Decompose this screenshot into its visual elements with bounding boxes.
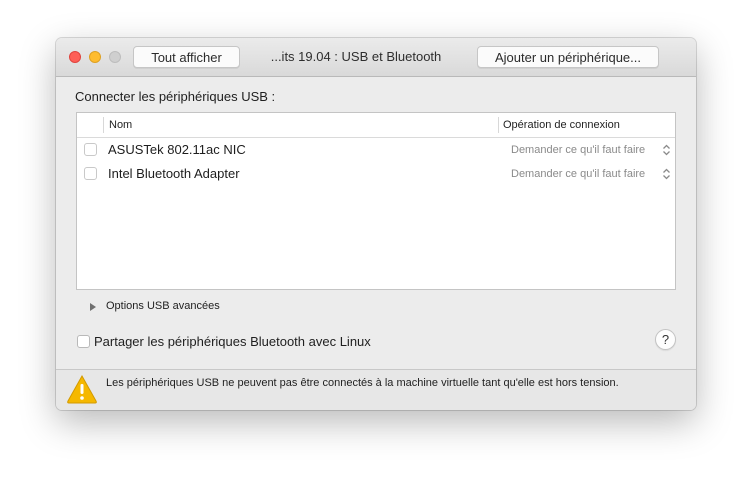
- column-header-operation[interactable]: Opération de connexion: [503, 119, 620, 131]
- device-checkbox[interactable]: [84, 167, 97, 180]
- footer-warning-bar: Les périphériques USB ne peuvent pas êtr…: [56, 370, 696, 410]
- footer-warning-text: Les périphériques USB ne peuvent pas êtr…: [106, 377, 619, 389]
- connection-operation-select[interactable]: Demander ce qu'il faut faire: [511, 144, 645, 156]
- column-divider: [103, 117, 104, 133]
- preferences-window: Tout afficher ...its 19.04 : USB et Blue…: [56, 38, 696, 410]
- advanced-usb-options-toggle[interactable]: Options USB avancées: [106, 300, 220, 312]
- chevron-updown-icon[interactable]: [662, 167, 671, 181]
- device-name: Intel Bluetooth Adapter: [108, 166, 240, 181]
- close-window-button[interactable]: [69, 51, 81, 63]
- share-bluetooth-checkbox[interactable]: [77, 335, 90, 348]
- device-checkbox[interactable]: [84, 143, 97, 156]
- warning-icon: [67, 374, 97, 404]
- show-all-button[interactable]: Tout afficher: [133, 46, 240, 68]
- minimize-window-button[interactable]: [89, 51, 101, 63]
- table-header: Nom Opération de connexion: [77, 113, 675, 138]
- chevron-updown-icon[interactable]: [662, 143, 671, 157]
- share-bluetooth-label[interactable]: Partager les périphériques Bluetooth ave…: [94, 334, 371, 349]
- title-bar: Tout afficher ...its 19.04 : USB et Blue…: [56, 38, 696, 77]
- table-row[interactable]: Intel Bluetooth Adapter Demander ce qu'i…: [77, 162, 675, 186]
- usb-device-table[interactable]: Nom Opération de connexion ASUSTek 802.1…: [76, 112, 676, 290]
- usb-section-label: Connecter les périphériques USB :: [75, 89, 276, 104]
- device-name: ASUSTek 802.11ac NIC: [108, 142, 246, 157]
- column-header-name[interactable]: Nom: [109, 119, 132, 131]
- disclosure-triangle-icon[interactable]: [90, 303, 96, 311]
- window-title: ...its 19.04 : USB et Bluetooth: [270, 49, 442, 64]
- zoom-window-button: [109, 51, 121, 63]
- table-row[interactable]: ASUSTek 802.11ac NIC Demander ce qu'il f…: [77, 138, 675, 162]
- column-divider[interactable]: [498, 117, 499, 133]
- add-device-button[interactable]: Ajouter un périphérique...: [477, 46, 659, 68]
- connection-operation-select[interactable]: Demander ce qu'il faut faire: [511, 168, 645, 180]
- help-button[interactable]: ?: [655, 329, 676, 350]
